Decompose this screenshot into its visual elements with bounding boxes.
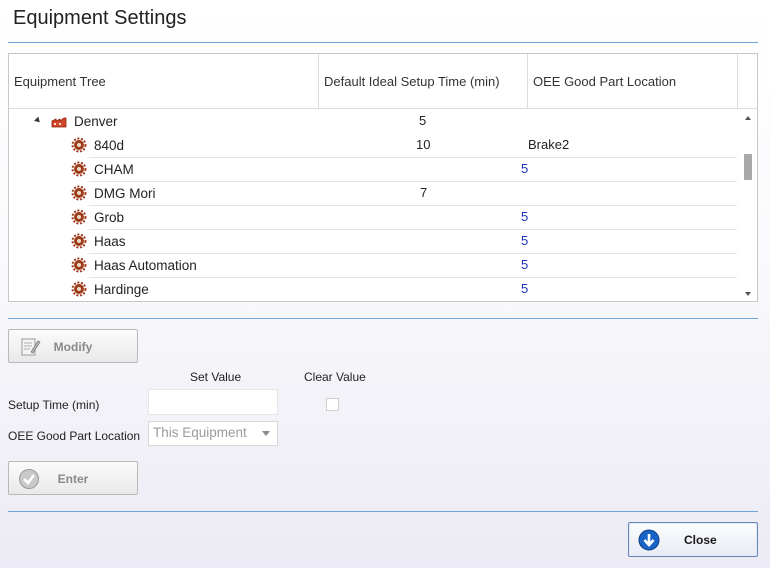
scroll-up-arrow-icon[interactable] [745, 116, 751, 120]
tree-item-label: 840d [94, 138, 125, 153]
set-value-header: Set Value [190, 370, 242, 384]
enter-button-label: Enter [57, 472, 89, 486]
divider-middle [8, 318, 758, 319]
gear-icon [71, 185, 87, 201]
column-header-location[interactable]: OEE Good Part Location [528, 54, 738, 109]
close-button[interactable]: Close [628, 522, 758, 557]
column-header-equipment-tree[interactable]: Equipment Tree [9, 54, 319, 109]
tree-item-label: Haas Automation [94, 258, 197, 273]
gear-icon [71, 257, 87, 273]
setup-time-label: Setup Time (min) [8, 398, 100, 412]
setup-time-input[interactable] [148, 389, 278, 415]
tree-row-cham[interactable]: CHAM 5 [9, 158, 739, 182]
setup-time-cell: 5 [521, 233, 529, 248]
tree-item-label: Hardinge [94, 282, 149, 297]
setup-time-cell: 5 [521, 161, 529, 176]
gear-icon [71, 233, 87, 249]
location-label: OEE Good Part Location [8, 429, 141, 443]
tree-item-label: Haas [94, 234, 126, 249]
tree-row-grob[interactable]: Grob 5 [9, 206, 739, 230]
setup-time-cell: 10 [416, 137, 431, 152]
close-button-label: Close [684, 533, 717, 547]
tree-item-label: DMG Mori [94, 186, 156, 201]
tree-row-hardinge[interactable]: Hardinge 5 [9, 278, 739, 301]
tree-row-haas-automation[interactable]: Haas Automation 5 [9, 254, 739, 278]
divider-top [8, 42, 758, 43]
setup-time-cell: 5 [521, 257, 529, 272]
setup-time-cell: 5 [521, 281, 529, 296]
tree-item-label: Grob [94, 210, 125, 225]
enter-button[interactable]: Enter [8, 461, 138, 495]
gear-icon [71, 281, 87, 297]
tree-row-haas[interactable]: Haas 5 [9, 230, 739, 254]
tree-row-denver[interactable]: Denver 5 [9, 110, 739, 134]
tree-item-label: CHAM [94, 162, 134, 177]
chevron-down-icon [262, 431, 270, 436]
vertical-scrollbar[interactable] [739, 110, 757, 301]
setup-time-cell: 5 [419, 113, 427, 128]
divider-bottom [8, 511, 758, 512]
factory-icon [51, 117, 67, 128]
setup-time-cell: 7 [420, 185, 428, 200]
clear-value-header: Clear Value [304, 370, 366, 384]
tree-item-label: Denver [74, 114, 118, 129]
location-cell: Brake2 [528, 137, 570, 152]
setup-time-cell: 5 [521, 209, 529, 224]
modify-button[interactable]: Modify [8, 329, 138, 363]
clear-setup-time-checkbox[interactable] [326, 398, 339, 411]
location-select-value: This Equipment [153, 425, 247, 440]
gear-icon [71, 161, 87, 177]
scroll-thumb[interactable] [744, 154, 752, 180]
location-select[interactable]: This Equipment [148, 421, 278, 446]
scroll-down-arrow-icon[interactable] [745, 292, 751, 296]
window-title: Equipment Settings [13, 7, 187, 29]
tree-row-dmg-mori[interactable]: DMG Mori 7 [9, 182, 739, 206]
gear-icon [71, 209, 87, 225]
tree-row-840d[interactable]: 840d 10 Brake2 [9, 134, 739, 158]
arrow-down-circle-icon [638, 529, 660, 551]
gear-icon [71, 137, 87, 153]
column-header-setup-time[interactable]: Default Ideal Setup Time (min) [319, 54, 528, 109]
equipment-grid: Equipment Tree Default Ideal Setup Time … [8, 53, 758, 302]
grid-header: Equipment Tree Default Ideal Setup Time … [9, 54, 757, 109]
modify-button-label: Modify [53, 340, 93, 354]
collapse-arrow-icon[interactable] [34, 116, 42, 125]
